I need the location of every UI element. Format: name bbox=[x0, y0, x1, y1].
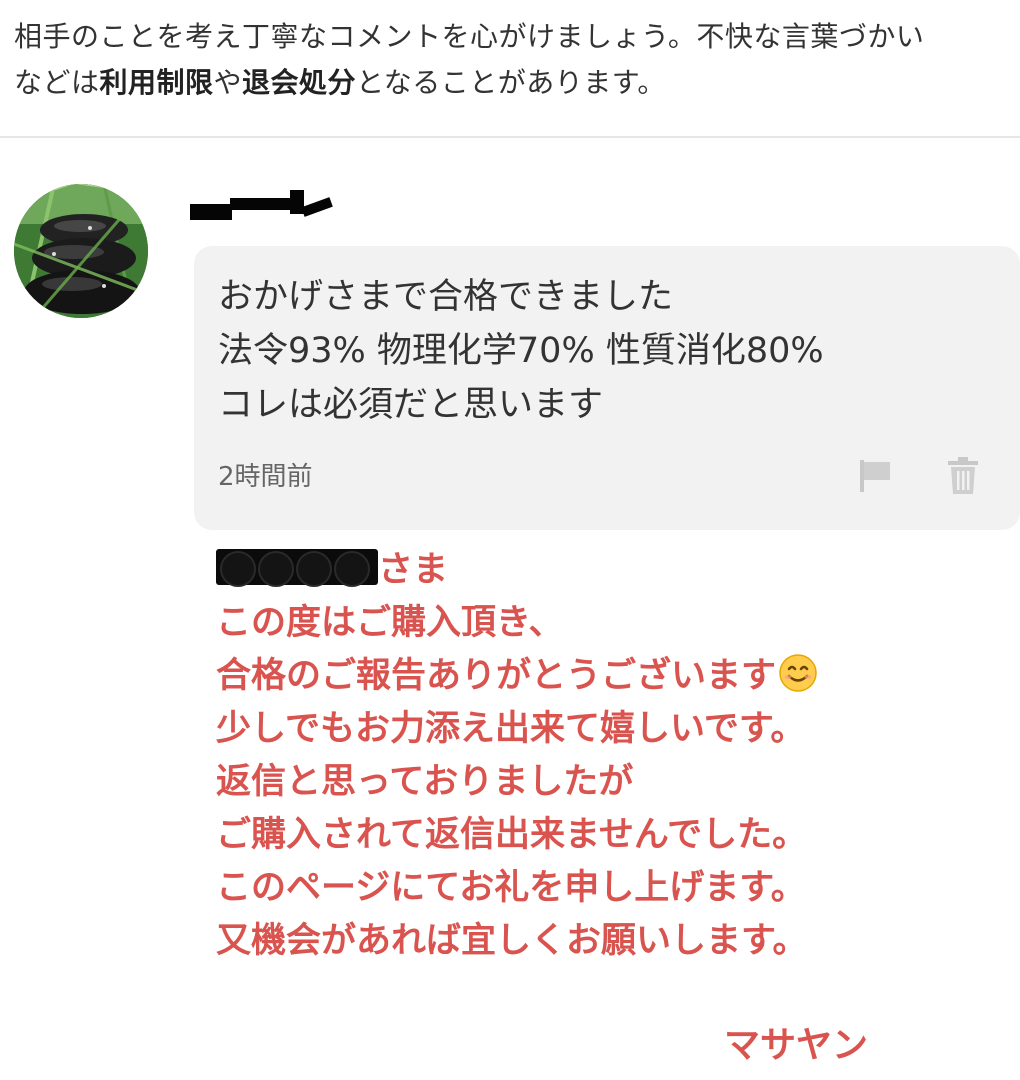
reply-line-2-text: 合格のご報告ありがとうございます bbox=[216, 656, 777, 696]
comment-bubble: おかげさまで合格できました 法令93% 物理化学70% 性質消化80% コレは必… bbox=[194, 246, 1020, 530]
reply-line-4: 返信と思っておりましたが bbox=[216, 762, 634, 802]
smiling-face-icon bbox=[779, 654, 817, 692]
comment-guidelines-notice: 相手のことを考え丁寧なコメントを心がけましょう。不快な言葉づかい などは利用制限… bbox=[14, 14, 1014, 106]
notice-text: や bbox=[213, 66, 243, 99]
reply-line-1: この度はご購入頂き、 bbox=[216, 603, 564, 643]
notice-line-1: 相手のことを考え丁寧なコメントを心がけましょう。不快な言葉づかい bbox=[14, 20, 925, 53]
seller-reply-text: さま この度はご購入頂き、 合格のご報告ありがとうございます 少しでもお力添え出… bbox=[216, 544, 1016, 968]
username-redacted bbox=[190, 186, 340, 226]
reply-line-3: 少しでもお力添え出来て嬉しいです。 bbox=[216, 709, 806, 749]
notice-bold-usage-restriction: 利用制限 bbox=[99, 66, 214, 99]
comment-line-2: 法令93% 物理化学70% 性質消化80% bbox=[218, 331, 824, 371]
trash-icon[interactable] bbox=[946, 456, 980, 496]
comment-line-1: おかげさまで合格できました bbox=[218, 277, 674, 317]
avatar[interactable] bbox=[14, 184, 148, 318]
avatar-stones-image bbox=[14, 184, 148, 318]
flag-icon[interactable] bbox=[858, 458, 892, 494]
reply-line-7: 又機会があれば宜しくお願いします。 bbox=[216, 921, 808, 961]
salutation-suffix: さま bbox=[378, 550, 449, 590]
redacted-name bbox=[216, 549, 378, 587]
notice-bold-account-termination: 退会処分 bbox=[242, 66, 357, 99]
reply-line-6: このページにてお礼を申し上げます。 bbox=[216, 868, 806, 908]
comment-timestamp: 2時間前 bbox=[218, 462, 313, 492]
notice-text: となることがあります。 bbox=[356, 66, 666, 99]
reply-line-2: 合格のご報告ありがとうございます bbox=[216, 650, 1016, 703]
comment-line-3: コレは必須だと思います bbox=[218, 385, 604, 425]
reply-salutation: さま bbox=[216, 544, 1016, 597]
reply-line-5: ご購入されて返信出来ませんでした。 bbox=[216, 815, 808, 855]
reply-signature: マサヤン bbox=[724, 1025, 869, 1066]
notice-line-2: などは利用制限や退会処分となることがあります。 bbox=[14, 60, 1014, 106]
divider bbox=[0, 136, 1020, 138]
notice-text: などは bbox=[14, 66, 100, 99]
